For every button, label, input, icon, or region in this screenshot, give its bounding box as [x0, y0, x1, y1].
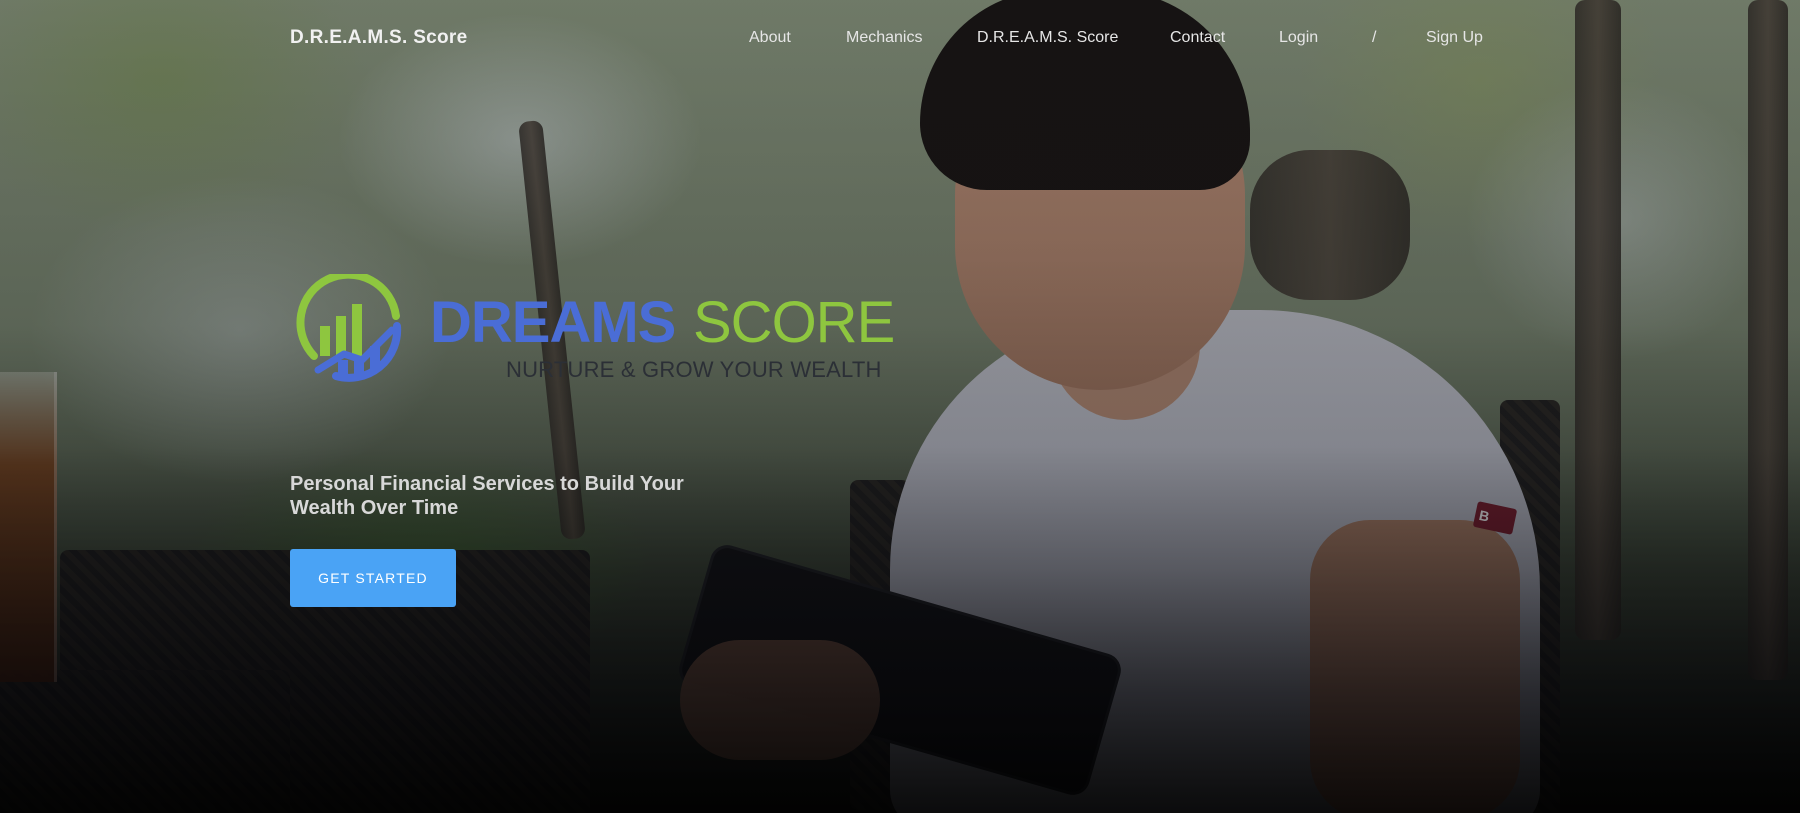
hero-subtitle: Personal Financial Services to Build You… [290, 473, 684, 519]
nav-links: About Mechanics D.R.E.A.M.S. Score Conta… [0, 29, 1800, 53]
nav-link-login[interactable]: Login [1279, 29, 1318, 47]
nav-separator: / [1372, 29, 1377, 46]
nav-link-about[interactable]: About [749, 29, 791, 47]
nav-link-mechanics[interactable]: Mechanics [846, 29, 922, 47]
logo-tagline: NURTURE & GROW YOUR WEALTH [506, 357, 882, 382]
hero-section: B D.R.E.A.M.S. Score About Mechanics D.R… [0, 0, 1800, 813]
nav-link-contact[interactable]: Contact [1170, 29, 1225, 47]
logo-word-dreams: DREAMS [430, 290, 676, 355]
dreams-score-logo: DREAMS SCORE NURTURE & GROW YOUR WEALTH [296, 274, 896, 388]
nav-link-dreams-score[interactable]: D.R.E.A.M.S. Score [977, 29, 1118, 47]
growth-chart-circle-icon [296, 274, 402, 382]
logo-word-score: SCORE [693, 290, 895, 355]
get-started-button[interactable]: GET STARTED [290, 549, 456, 607]
nav-link-sign-up[interactable]: Sign Up [1426, 29, 1483, 47]
top-navbar: D.R.E.A.M.S. Score About Mechanics D.R.E… [0, 0, 1800, 78]
hero-dark-overlay [0, 0, 1800, 813]
